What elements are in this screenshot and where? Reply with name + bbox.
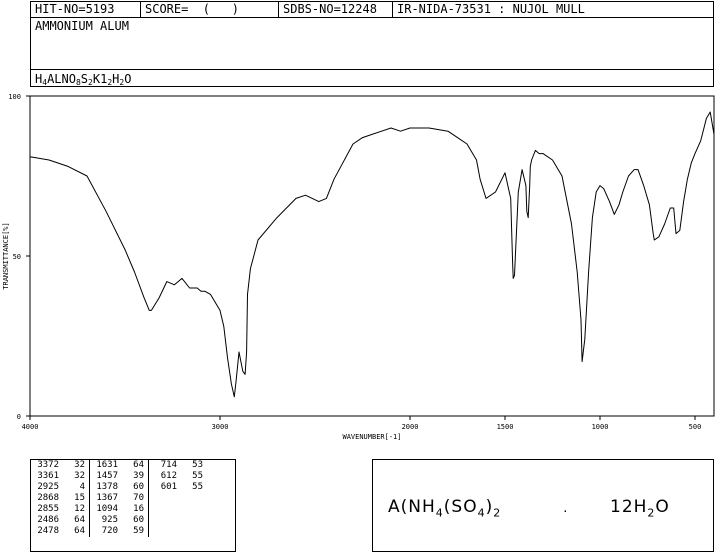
x-tick-label: 3000 [212, 423, 229, 431]
peak-wavenumber: 2868 [37, 493, 59, 503]
peak-row: 2868 15 1367 70 [31, 493, 205, 504]
y-tick-label: 100 [8, 93, 21, 101]
x-tick-label: 2000 [402, 423, 419, 431]
peak-table: 3372 32 1631 64 714 53 3361 32 1457 39 612 55 2925 4 1… [31, 460, 205, 537]
y-axis: 0 50 100 [8, 93, 30, 421]
peak-wavenumber [149, 515, 180, 526]
peak-transmittance: 12 [61, 504, 90, 515]
peak-transmittance [179, 515, 205, 526]
structure-formula: A(NH4(SO4)2 [388, 497, 502, 520]
ir-info: IR-NIDA-73531 : NUJOL MULL [397, 2, 585, 16]
peak-transmittance: 55 [192, 471, 203, 481]
score: SCORE= ( ) [141, 2, 279, 17]
peak-wavenumber: 1367 [96, 493, 118, 503]
peak-table-panel: 3372 32 1631 64 714 53 3361 32 1457 39 612 55 2925 4 1… [30, 459, 236, 552]
x-axis-label: WAVENUMBER[-1] [342, 433, 401, 441]
water-formula: 12H2O [610, 497, 670, 520]
peak-row: 3361 32 1457 39 612 55 [31, 471, 205, 482]
y-tick-label: 0 [17, 413, 21, 421]
peak-wavenumber: 3372 [37, 460, 59, 470]
peak-wavenumber: 1631 [96, 460, 118, 470]
peak-transmittance: 4 [61, 482, 90, 493]
x-tick-label: 500 [689, 423, 702, 431]
x-axis: 4000 3000 2000 1500 1000 500 [22, 416, 702, 431]
peak-wavenumber: 1378 [96, 482, 118, 492]
y-axis-label: TRANSMITTANCE[%] [2, 222, 10, 289]
peak-transmittance: 55 [192, 482, 203, 492]
x-tick-label: 1000 [592, 423, 609, 431]
peak-wavenumber: 2478 [37, 526, 59, 536]
peak-wavenumber: 3361 [37, 471, 59, 481]
x-tick-label: 4000 [22, 423, 39, 431]
peak-wavenumber [149, 526, 180, 537]
peak-transmittance: 64 [120, 460, 149, 471]
peak-wavenumber: 601 [160, 482, 177, 492]
peak-transmittance: 59 [120, 526, 149, 537]
x-tick-label: 1500 [497, 423, 514, 431]
peak-transmittance: 15 [61, 493, 90, 504]
spectrum-line [29, 111, 715, 398]
peak-wavenumber: 2925 [37, 482, 59, 492]
peak-row: 2925 4 1378 60 601 55 [31, 482, 205, 493]
peak-transmittance: 64 [61, 515, 90, 526]
peak-row: 2855 12 1094 16 [31, 504, 205, 515]
peak-transmittance: 64 [61, 526, 90, 537]
peak-transmittance: 60 [120, 482, 149, 493]
ir-spectrum-chart: 0 50 100 4000 3000 2000 1500 1000 500 TRANSMITT… [2, 93, 715, 441]
header-panel: HIT-NO=5193 SCORE= ( ) SDBS-NO=12248 IR-… [30, 1, 714, 87]
peak-wavenumber [149, 504, 180, 515]
header-divider [31, 17, 713, 18]
hit-number: HIT-NO=5193 [31, 2, 141, 17]
sdbs-number: SDBS-NO=12248 [279, 2, 393, 17]
y-tick-label: 50 [13, 253, 21, 261]
peak-transmittance: 60 [120, 515, 149, 526]
peak-transmittance: 53 [192, 460, 203, 470]
peak-wavenumber: 1094 [96, 504, 118, 514]
peak-wavenumber: 714 [160, 460, 177, 470]
peak-transmittance [179, 493, 205, 504]
peak-wavenumber: 925 [101, 515, 118, 525]
peak-wavenumber: 612 [160, 471, 177, 481]
peak-transmittance: 32 [61, 471, 90, 482]
peak-row: 2486 64 925 60 [31, 515, 205, 526]
structure-panel: A(NH4(SO4)2 · 12H2O [372, 459, 714, 552]
compound-name: AMMONIUM ALUM [35, 19, 129, 33]
hydrate-dot: · [562, 505, 569, 518]
peak-row: 3372 32 1631 64 714 53 [31, 460, 205, 471]
spectrum-series [29, 111, 715, 398]
header-divider [31, 69, 713, 70]
peak-row: 2478 64 720 59 [31, 526, 205, 537]
plot-frame [29, 95, 715, 417]
peak-transmittance: 32 [61, 460, 90, 471]
peak-wavenumber: 2855 [37, 504, 59, 514]
peak-transmittance: 39 [120, 471, 149, 482]
peak-wavenumber: 1457 [96, 471, 118, 481]
peak-transmittance [179, 504, 205, 515]
peak-wavenumber: 2486 [37, 515, 59, 525]
peak-transmittance: 70 [120, 493, 149, 504]
peak-transmittance [179, 526, 205, 537]
peak-wavenumber: 720 [101, 526, 118, 536]
peak-transmittance: 16 [120, 504, 149, 515]
peak-wavenumber [149, 493, 180, 504]
